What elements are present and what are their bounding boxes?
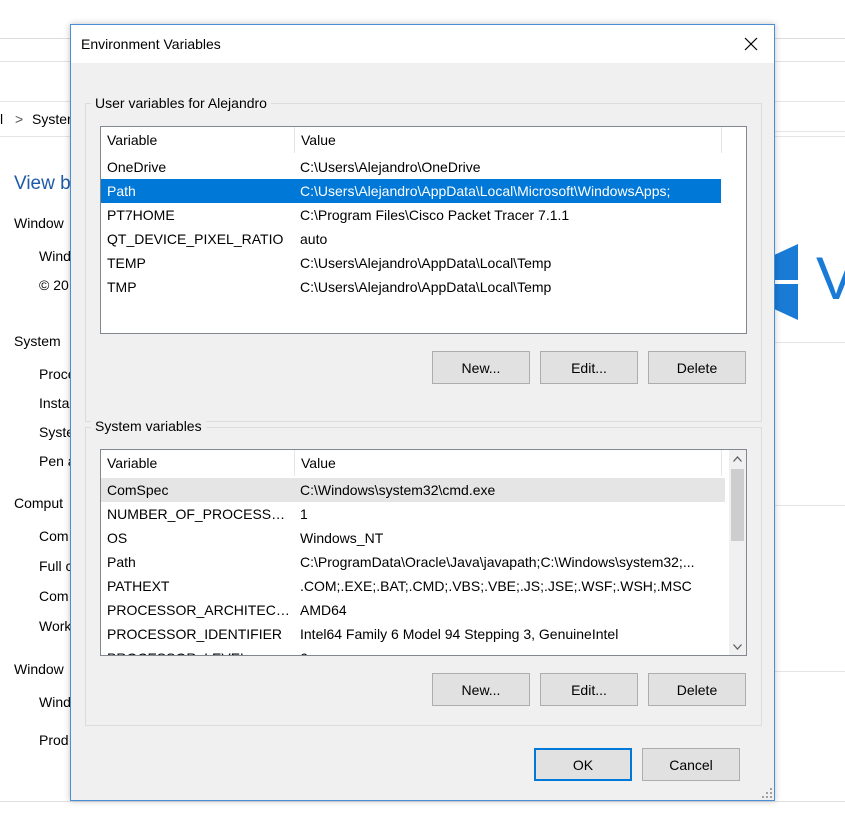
info-label: © 20 <box>39 277 69 293</box>
variable-value-cell: C:\Windows\system32\cmd.exe <box>300 482 496 498</box>
list-row[interactable]: NUMBER_OF_PROCESSORS 1 <box>101 502 725 526</box>
column-header-variable[interactable]: Variable <box>101 450 294 476</box>
variable-value-cell: C:\Program Files\Cisco Packet Tracer 7.1… <box>300 207 570 223</box>
list-row[interactable]: QT_DEVICE_PIXEL_RATIO auto <box>101 227 721 251</box>
variable-value-cell: AMD64 <box>300 602 347 618</box>
page-title: View b <box>14 173 71 194</box>
variable-name-cell: PROCESSOR_LEVEL <box>107 646 292 655</box>
user-variables-title: User variables for Alejandro <box>91 95 271 111</box>
variable-value-cell: .COM;.EXE;.BAT;.CMD;.VBS;.VBE;.JS;.JSE;.… <box>300 578 692 594</box>
variable-name-cell: TEMP <box>107 255 146 271</box>
variable-name-cell: Path <box>107 554 136 570</box>
divider <box>775 671 845 672</box>
divider <box>0 801 845 802</box>
variable-value-cell: 6 <box>300 646 719 655</box>
info-label: Prod <box>39 732 69 748</box>
system-variables-list[interactable]: Variable Value ComSpec C:\Windows\system3… <box>100 449 747 656</box>
divider <box>775 342 845 343</box>
cancel-button[interactable]: Cancel <box>642 748 740 781</box>
column-header-variable[interactable]: Variable <box>101 127 294 153</box>
info-label: Syste <box>39 424 75 440</box>
list-row[interactable]: PROCESSOR_IDENTIFIER Intel64 Family 6 Mod… <box>101 622 725 646</box>
chevron-up-icon <box>733 455 742 462</box>
variable-name-cell: PROCESSOR_ARCHITECTU... <box>107 602 292 618</box>
list-row[interactable]: TMP C:\Users\Alejandro\AppData\Local\Temp <box>101 275 721 299</box>
scroll-thumb[interactable] <box>731 469 744 541</box>
variable-name-cell: NUMBER_OF_PROCESSORS <box>107 506 292 522</box>
info-label: Com <box>39 528 69 544</box>
divider <box>775 131 845 132</box>
info-label: Com <box>39 588 69 604</box>
info-label: Wind <box>39 694 71 710</box>
list-row[interactable]: PROCESSOR_ARCHITECTU... AMD64 <box>101 598 725 622</box>
divider <box>775 505 845 506</box>
list-row[interactable]: ComSpec C:\Windows\system32\cmd.exe <box>101 478 725 502</box>
scroll-up-button[interactable] <box>729 450 746 467</box>
variable-value-cell: auto <box>300 231 328 247</box>
variable-value-cell: C:\Users\Alejandro\AppData\Local\Temp <box>300 279 552 295</box>
variable-value-cell: C:\Users\Alejandro\AppData\Local\Microso… <box>300 183 671 199</box>
section-heading: System <box>14 333 61 349</box>
section-heading: Window <box>14 661 64 677</box>
variable-value-cell: 1 <box>300 506 308 522</box>
scroll-down-button[interactable] <box>729 638 746 655</box>
list-row[interactable]: OneDrive C:\Users\Alejandro\OneDrive <box>101 155 721 179</box>
windows-logo-icon <box>772 244 798 320</box>
user-delete-button[interactable]: Delete <box>648 351 746 384</box>
list-row[interactable]: Path C:\ProgramData\Oracle\Java\javapath;… <box>101 550 725 574</box>
list-row[interactable]: PATHEXT .COM;.EXE;.BAT;.CMD;.VBS;.VBE;.JS… <box>101 574 725 598</box>
system-new-button[interactable]: New... <box>432 673 530 706</box>
column-separator[interactable] <box>721 127 722 153</box>
chevron-right-icon: > <box>15 111 24 127</box>
variable-name-cell: ComSpec <box>107 482 169 498</box>
variable-name-cell: TMP <box>107 279 137 295</box>
info-label: Wind <box>39 248 71 264</box>
breadcrumb-current[interactable]: Syster <box>32 111 72 127</box>
variable-value-cell: Windows_NT <box>300 530 384 546</box>
windows-logo-text: V <box>816 245 845 312</box>
resize-grip-icon[interactable] <box>762 788 772 798</box>
close-button[interactable] <box>728 25 774 63</box>
ok-button[interactable]: OK <box>534 748 632 781</box>
variable-name-cell: OneDrive <box>107 159 167 175</box>
variable-name-cell: OS <box>107 530 128 546</box>
list-row[interactable]: PROCESSOR_LEVEL 6 <box>101 646 725 655</box>
list-row[interactable]: Path C:\Users\Alejandro\AppData\Local\Mic… <box>101 179 721 203</box>
column-header-value[interactable]: Value <box>295 127 721 153</box>
variable-value-cell: C:\ProgramData\Oracle\Java\javapath;C:\W… <box>300 554 695 570</box>
title-bar[interactable]: Environment Variables <box>71 25 774 63</box>
user-edit-button[interactable]: Edit... <box>540 351 638 384</box>
column-separator[interactable] <box>721 450 722 476</box>
user-variables-list[interactable]: Variable Value OneDrive C:\Users\Alejandr… <box>100 126 747 334</box>
breadcrumb-prev[interactable]: l <box>0 111 3 127</box>
column-header-value[interactable]: Value <box>295 450 721 476</box>
list-header: Variable Value <box>101 450 729 476</box>
variable-value-cell: Intel64 Family 6 Model 94 Stepping 3, Ge… <box>300 626 619 642</box>
variable-value-cell: C:\Users\Alejandro\OneDrive <box>300 159 481 175</box>
user-new-button[interactable]: New... <box>432 351 530 384</box>
dialog-title: Environment Variables <box>81 36 221 52</box>
environment-variables-dialog: Environment Variables User variables for… <box>70 24 775 801</box>
system-variables-title: System variables <box>91 418 206 434</box>
list-header: Variable Value <box>101 127 722 153</box>
system-edit-button[interactable]: Edit... <box>540 673 638 706</box>
variable-name-cell: Path <box>107 183 136 199</box>
chevron-down-icon <box>733 643 742 650</box>
variable-name-cell: PT7HOME <box>107 207 175 223</box>
variable-name-cell: PATHEXT <box>107 578 170 594</box>
variable-value-cell: C:\Users\Alejandro\AppData\Local\Temp <box>300 255 552 271</box>
close-icon <box>744 37 758 51</box>
variable-name-cell: QT_DEVICE_PIXEL_RATIO <box>107 231 284 247</box>
system-delete-button[interactable]: Delete <box>648 673 746 706</box>
info-label: Full c <box>39 558 73 574</box>
variable-name-cell: PROCESSOR_IDENTIFIER <box>107 626 283 642</box>
info-label: Insta <box>39 395 70 411</box>
list-row[interactable]: TEMP C:\Users\Alejandro\AppData\Local\Tem… <box>101 251 721 275</box>
section-heading: Window <box>14 215 64 231</box>
system-list-scrollbar[interactable] <box>729 450 746 655</box>
list-row[interactable]: OS Windows_NT <box>101 526 725 550</box>
list-row[interactable]: PT7HOME C:\Program Files\Cisco Packet Tra… <box>101 203 721 227</box>
info-label: Work <box>39 618 72 634</box>
section-heading: Comput <box>14 495 64 511</box>
